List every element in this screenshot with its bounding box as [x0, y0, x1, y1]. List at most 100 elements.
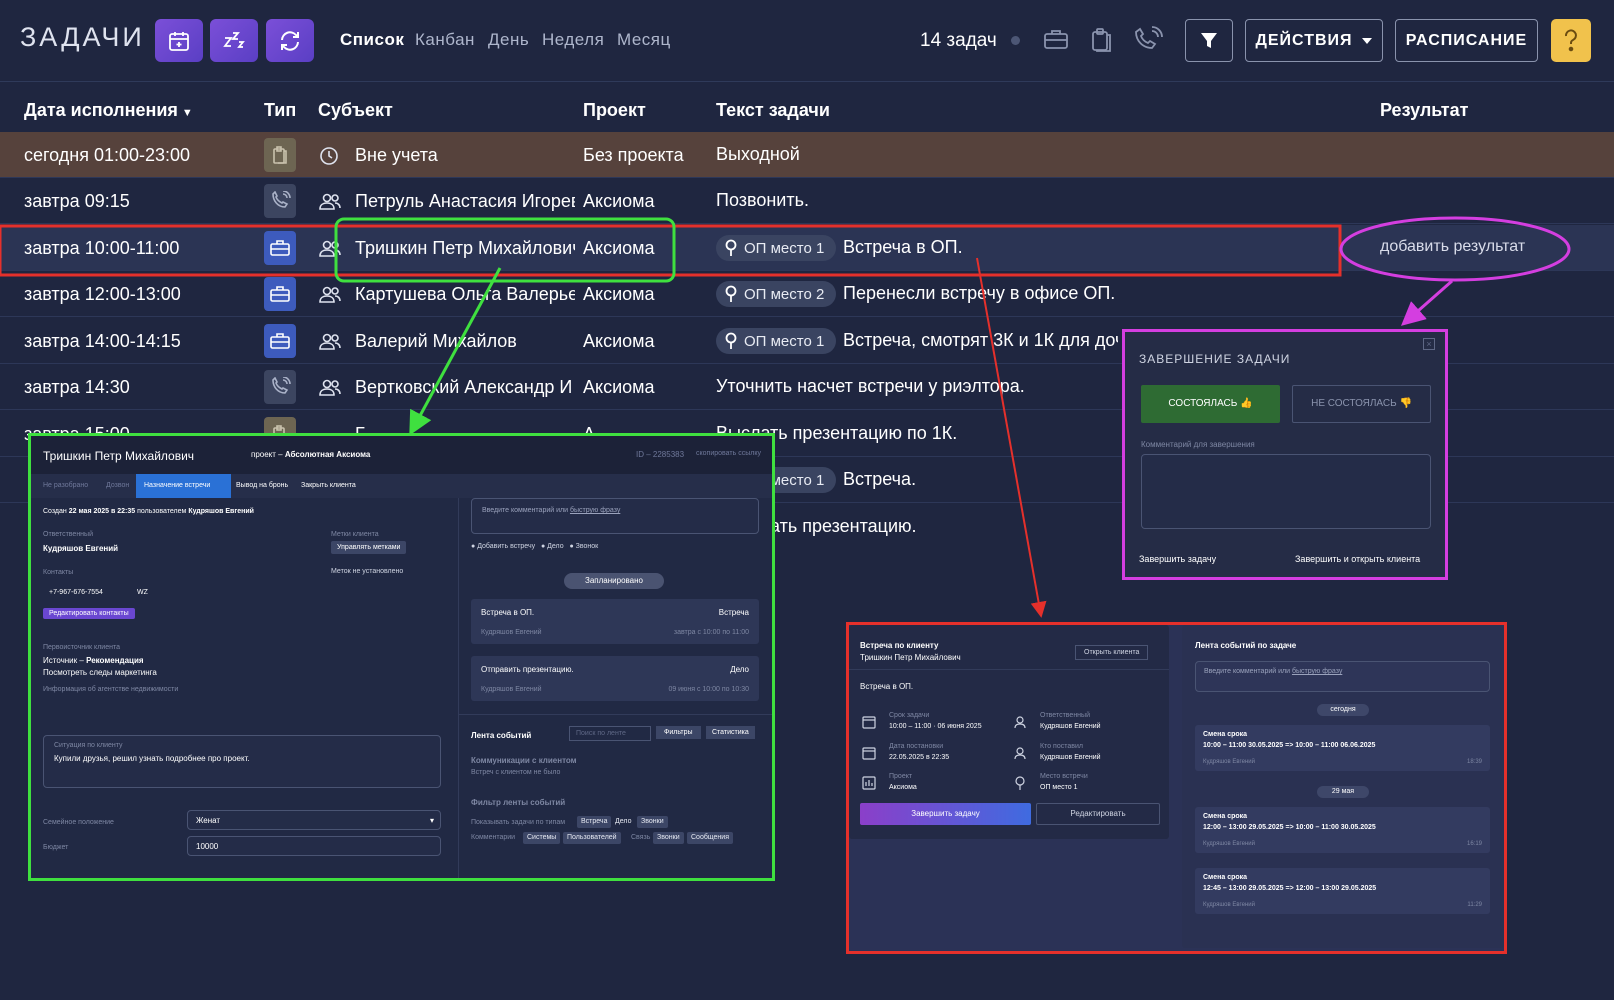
stage-item[interactable]: Не разобрано	[43, 482, 88, 489]
briefcase-icon[interactable]	[1042, 26, 1070, 52]
row-subject: Петруль Анастасия Игоревна	[355, 191, 575, 211]
stage-item[interactable]: Дозвон	[106, 482, 129, 489]
family-select[interactable]: Женат ▾	[187, 810, 441, 830]
task-card[interactable]: Встреча в ОП. Встреча Кудряшов Евгений з…	[471, 599, 759, 644]
happened-button[interactable]: СОСТОЯЛАСЬ 👍	[1141, 385, 1280, 423]
stage-item[interactable]: Вывод на бронь	[236, 482, 288, 489]
stage-bar: Не разобрано Дозвон Назначение встречи В…	[31, 474, 772, 498]
row-subject: Картушева Ольга Валерьевна	[355, 284, 575, 304]
row-subject: Вне учета	[355, 145, 438, 165]
type-briefcase	[264, 324, 296, 358]
deadline-value: 10:00 – 11:00 · 06 июня 2025	[889, 723, 982, 730]
filter-chip[interactable]: Встреча	[577, 816, 612, 828]
copy-link[interactable]: скопировать ссылку	[696, 450, 761, 457]
calendar-add-button[interactable]	[155, 19, 203, 62]
schedule-button[interactable]: РАСПИСАНИЕ	[1395, 19, 1538, 62]
whatsapp-label[interactable]: WZ	[137, 589, 148, 596]
radio-group[interactable]: ● Добавить встречу ● Дело ● Звонок	[471, 543, 598, 550]
user-icon	[1014, 747, 1026, 760]
finish-button[interactable]: Завершить задачу	[1139, 554, 1216, 564]
filter-button[interactable]	[1185, 19, 1233, 62]
place-tag: ОП место 2	[716, 281, 837, 307]
stage-item[interactable]: Закрыть клиента	[301, 482, 356, 489]
meeting-card: Встреча по клиенту Тришкин Петр Михайлов…	[849, 625, 1169, 839]
budget-input[interactable]: 10000	[187, 836, 441, 856]
row-text: Позвонить.	[716, 190, 809, 210]
completion-comment[interactable]	[1141, 454, 1431, 529]
tab-kanban[interactable]: Канбан	[415, 30, 475, 50]
finish-open-button[interactable]: Завершить и открыть клиента	[1295, 554, 1420, 564]
row-text: Выходной	[716, 144, 800, 164]
help-icon	[1565, 28, 1577, 51]
table-row[interactable]: сегодня 01:00-23:00 Вне учета Без проект…	[0, 132, 1614, 178]
clipboard-icon[interactable]	[1088, 26, 1114, 54]
phone-icon[interactable]	[1130, 26, 1164, 54]
situation-box[interactable]: Ситуация по клиенту Купили друзья, решил…	[43, 735, 441, 788]
place-tag: ОП место 1	[716, 235, 837, 261]
stats-button[interactable]: Статистика	[706, 726, 755, 739]
add-result-link[interactable]: добавить результат	[1380, 238, 1525, 256]
agency-info: Информация об агентстве недвижимости	[43, 686, 179, 693]
filter-chip[interactable]: Системы	[523, 832, 561, 844]
phone-number[interactable]: +7-967-676-7554	[49, 589, 103, 596]
snooze-button[interactable]	[210, 19, 258, 62]
planned-badge[interactable]: Запланировано	[564, 573, 664, 589]
users-icon	[319, 286, 341, 303]
feed-search[interactable]: Поиск по ленте	[569, 726, 651, 741]
edit-task-button[interactable]: Редактировать	[1036, 803, 1160, 825]
refresh-button[interactable]	[266, 19, 314, 62]
finish-task-button[interactable]: Завершить задачу	[860, 803, 1031, 825]
comment-input[interactable]: Введите комментарий или быструю фразу	[471, 498, 759, 534]
open-client-button[interactable]: Открыть клиента	[1075, 645, 1149, 660]
filter-chip[interactable]: Дело	[611, 816, 635, 828]
tab-day[interactable]: День	[488, 30, 529, 50]
comments-label: Комментарии	[471, 834, 516, 841]
meeting-client: Тришкин Петр Михайлович	[860, 653, 961, 662]
close-icon[interactable]: ×	[1423, 338, 1435, 350]
filter-chip[interactable]: Звонки	[653, 832, 684, 844]
type-briefcase	[264, 277, 296, 311]
event-item: Смена срока 12:00 – 13:00 29.05.2025 => …	[1195, 807, 1490, 853]
filter-chip[interactable]: Пользователей	[563, 832, 621, 844]
client-name: Тришкин Петр Михайлович	[43, 449, 195, 463]
column-date[interactable]: Дата исполнения ▼	[24, 100, 193, 121]
client-card-header: Тришкин Петр Михайлович проект – Абсолют…	[31, 436, 772, 474]
pin-icon	[1015, 776, 1025, 790]
row-date: завтра 09:15	[24, 191, 130, 211]
not-happened-button[interactable]: НЕ СОСТОЯЛАСЬ 👎	[1292, 385, 1431, 423]
marketing-link[interactable]: Посмотреть следы маркетинга	[43, 668, 157, 677]
manage-tags-button[interactable]: Управлять метками	[331, 541, 407, 554]
row-project: Аксиома	[583, 331, 655, 351]
tab-list[interactable]: Список	[340, 30, 404, 50]
task-card[interactable]: Отправить презентацию. Дело Кудряшов Евг…	[471, 656, 759, 701]
caret-down-icon: ▾	[429, 816, 434, 825]
meeting-title: Встреча по клиенту	[860, 641, 939, 650]
row-project: Аксиома	[583, 284, 655, 304]
filter-chip[interactable]: Сообщения	[687, 832, 733, 844]
filters-button[interactable]: Фильтры	[656, 726, 701, 739]
users-icon	[319, 193, 341, 210]
family-label: Семейное положение	[43, 819, 114, 826]
responsible-label: Ответственный	[43, 531, 93, 538]
row-text: Уточнить насчет встречи у риэлтора.	[716, 376, 1025, 396]
phone-icon	[272, 377, 291, 394]
calendar-icon	[862, 747, 876, 760]
filter-chip[interactable]: Звонки	[637, 816, 668, 828]
edit-contacts-button[interactable]: Редактировать контакты	[43, 608, 135, 619]
tab-month[interactable]: Месяц	[617, 30, 671, 50]
table-row[interactable]: завтра 12:00-13:00 Картушева Ольга Валер…	[0, 271, 1614, 317]
row-text: Встреча, смотрят 3К и 1К для доч	[843, 330, 1118, 350]
tab-week[interactable]: Неделя	[542, 30, 604, 50]
column-type: Тип	[264, 100, 297, 120]
pin-icon	[725, 239, 737, 256]
actions-dropdown[interactable]: ДЕЙСТВИЯ	[1245, 19, 1383, 62]
stage-item-active[interactable]: Назначение встречи	[136, 474, 231, 498]
top-bar: ЗАДАЧИ Список Канбан День Неделя Месяц 1…	[0, 0, 1614, 82]
table-row[interactable]: завтра 09:15 Петруль Анастасия Игоревна …	[0, 178, 1614, 224]
tags-label: Метки клиента	[331, 531, 379, 538]
table-row[interactable]: завтра 10:00-11:00 Тришкин Петр Михайлов…	[0, 225, 1614, 271]
divider	[458, 498, 459, 878]
help-button[interactable]	[1551, 19, 1591, 62]
feed-comment-input[interactable]: Введите комментарий или быструю фразу	[1195, 661, 1490, 692]
row-text: Встреча.	[843, 469, 917, 489]
